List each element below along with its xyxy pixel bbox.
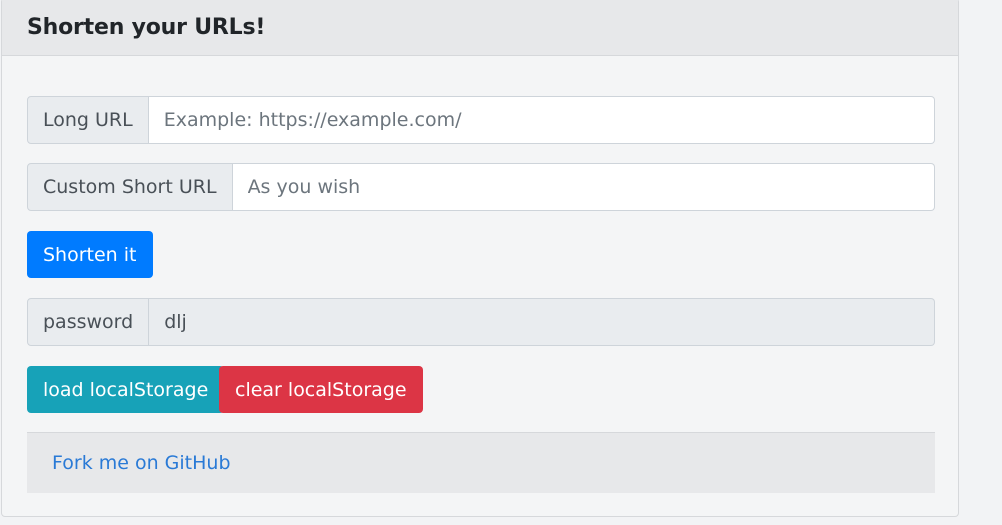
custom-short-url-input[interactable] — [232, 163, 935, 211]
password-input[interactable] — [149, 298, 935, 346]
custom-short-url-group: Custom Short URL — [27, 163, 935, 211]
password-group: password — [27, 298, 935, 346]
clear-localstorage-button[interactable]: clear localStorage — [219, 366, 423, 413]
page-background-strip — [960, 0, 1002, 525]
long-url-group: Long URL — [27, 96, 935, 144]
card-header: Shorten your URLs! — [2, 0, 958, 56]
password-label: password — [27, 298, 150, 346]
custom-short-url-label: Custom Short URL — [27, 163, 233, 211]
long-url-label: Long URL — [27, 96, 149, 144]
long-url-input[interactable] — [148, 96, 935, 144]
page-title: Shorten your URLs! — [27, 14, 266, 40]
github-fork-link[interactable]: Fork me on GitHub — [52, 452, 231, 474]
card-footer: Fork me on GitHub — [27, 432, 935, 493]
shorten-button[interactable]: Shorten it — [27, 231, 153, 278]
load-localstorage-button[interactable]: load localStorage — [27, 366, 225, 413]
shortener-card: Shorten your URLs! Long URL Custom Short… — [1, 0, 959, 517]
